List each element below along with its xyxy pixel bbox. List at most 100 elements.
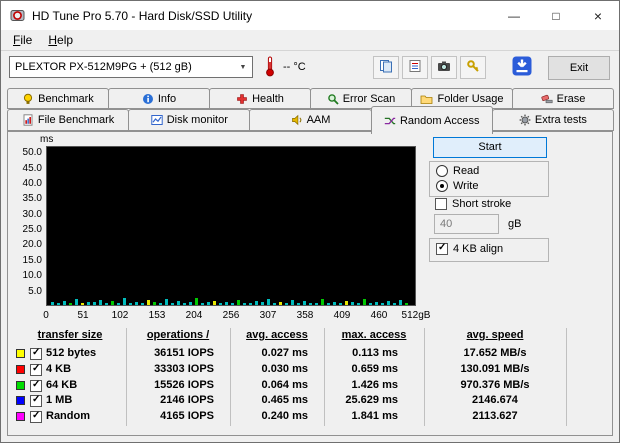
- column-header: transfer size: [37, 329, 103, 341]
- write-radio-label: Write: [453, 180, 479, 192]
- access-time-spike: [237, 299, 240, 305]
- tab-erase[interactable]: Erase: [512, 88, 614, 109]
- x-axis-label: 204: [185, 310, 203, 321]
- access-time-spike: [57, 303, 60, 305]
- access-time-spike: [363, 298, 366, 305]
- read-radio-icon[interactable]: [436, 165, 448, 177]
- cell-avg-access: 0.064 ms: [261, 378, 308, 391]
- access-time-spike: [327, 302, 330, 305]
- menu-help[interactable]: Help: [40, 31, 81, 49]
- tab-label: Folder Usage: [437, 92, 504, 105]
- copy-icon: [379, 59, 393, 76]
- tab-info[interactable]: Info: [108, 88, 210, 109]
- cell-avg-speed: 17.652 MB/s: [463, 347, 527, 359]
- disk-monitor-icon: [151, 114, 163, 126]
- access-time-spike: [123, 298, 126, 305]
- tab-aam[interactable]: AAM: [249, 109, 372, 131]
- access-time-spike: [207, 302, 210, 305]
- y-axis-label: 35.0: [22, 193, 42, 205]
- tab-file-benchmark[interactable]: File Benchmark: [7, 109, 130, 131]
- toolbar: PLEXTOR PX-512M9PG + (512 gB) ▼ -- °C Ex…: [1, 52, 619, 86]
- erase-icon: [541, 93, 553, 105]
- registration-button[interactable]: [460, 56, 486, 79]
- cell-operations: 2146 IOPS: [160, 394, 214, 407]
- tab-disk-monitor[interactable]: Disk monitor: [128, 109, 251, 131]
- cell-max-access: 1.426 ms: [351, 378, 398, 391]
- tab-extra-tests[interactable]: Extra tests: [491, 109, 615, 131]
- short-stroke-unit-label: gB: [508, 218, 522, 230]
- access-time-spike: [321, 299, 324, 305]
- access-time-spike: [291, 300, 294, 305]
- tab-label: Erase: [556, 92, 586, 105]
- x-axis-label: 256: [222, 310, 240, 321]
- menu-file[interactable]: File: [5, 31, 40, 49]
- report-icon: [408, 59, 422, 76]
- access-time-spike: [231, 303, 234, 305]
- row-checkbox[interactable]: [30, 379, 42, 392]
- x-axis-label: 153: [148, 310, 166, 321]
- access-time-spike: [213, 300, 216, 305]
- short-stroke-checkbox[interactable]: [435, 198, 447, 210]
- tab-health[interactable]: Health: [209, 88, 311, 109]
- align-checkbox[interactable]: [436, 242, 448, 255]
- exit-button[interactable]: Exit: [548, 56, 610, 80]
- write-radio-icon[interactable]: [436, 180, 448, 192]
- row-checkbox[interactable]: [30, 394, 42, 408]
- align-checkbox-row[interactable]: 4 KB align: [436, 242, 504, 255]
- tab-label: Health: [252, 92, 284, 105]
- y-axis-label: 20.0: [22, 239, 42, 251]
- y-axis-unit-label: ms: [40, 134, 54, 145]
- radio-write[interactable]: Write: [436, 180, 478, 192]
- short-stroke-checkbox-row[interactable]: Short stroke: [435, 198, 511, 210]
- color-swatch: [16, 412, 25, 422]
- radio-read[interactable]: Read: [436, 165, 479, 177]
- table-row: 64 KB 15526 IOPS 0.064 ms 1.426 ms 970.376 M…: [8, 379, 612, 393]
- start-button[interactable]: Start: [433, 137, 547, 158]
- y-axis-label: 45.0: [22, 162, 42, 174]
- close-button[interactable]: ×: [577, 1, 619, 30]
- access-time-spike: [117, 303, 120, 305]
- y-axis-label: 15.0: [22, 254, 42, 266]
- random-access-icon: [384, 115, 396, 127]
- access-time-spike: [93, 302, 96, 305]
- save-results-button[interactable]: [509, 55, 535, 80]
- tab-benchmark[interactable]: Benchmark: [7, 88, 109, 109]
- color-swatch: [16, 380, 25, 390]
- app-window: HD Tune Pro 5.70 - Hard Disk/SSD Utility…: [0, 0, 620, 443]
- access-time-spike: [267, 298, 270, 305]
- row-checkbox[interactable]: [30, 347, 42, 360]
- row-checkbox[interactable]: [30, 363, 42, 376]
- copy-to-clipboard-button[interactable]: [373, 56, 399, 79]
- maximize-button[interactable]: □: [535, 1, 577, 30]
- access-time-spike: [183, 303, 186, 305]
- copy-report-button[interactable]: [402, 56, 428, 79]
- cell-transfer-size: 64 KB: [46, 378, 78, 391]
- cell-avg-access: 0.027 ms: [261, 347, 308, 359]
- access-time-spike: [165, 299, 168, 305]
- access-time-spike: [315, 303, 318, 305]
- cell-transfer-size: 512 bytes: [46, 347, 97, 359]
- cell-max-access: 0.113 ms: [352, 347, 398, 359]
- x-axis-label: 307: [259, 310, 277, 321]
- column-header: max. access: [341, 329, 407, 341]
- minimize-button[interactable]: —: [493, 1, 535, 30]
- access-time-spike: [69, 302, 72, 305]
- cell-avg-speed: 2146.674: [472, 394, 518, 407]
- access-time-spike: [369, 302, 372, 305]
- align-label: 4 KB align: [453, 243, 504, 255]
- access-time-spike: [345, 300, 348, 305]
- cell-max-access: 25.629 ms: [345, 394, 398, 407]
- tab-random-access[interactable]: Random Access: [370, 106, 493, 134]
- y-axis-label: 50.0: [22, 147, 42, 159]
- access-time-spike: [201, 303, 204, 305]
- row-checkbox[interactable]: [30, 410, 42, 424]
- screenshot-button[interactable]: [431, 56, 457, 79]
- app-icon: [10, 8, 25, 23]
- access-time-spike: [153, 302, 156, 305]
- access-time-spike: [75, 298, 78, 305]
- short-stroke-size-input[interactable]: [434, 214, 499, 234]
- temperature-value: -- °C: [283, 61, 306, 73]
- drive-select[interactable]: PLEXTOR PX-512M9PG + (512 gB) ▼: [9, 56, 253, 78]
- cell-operations: 36151 IOPS: [154, 347, 214, 359]
- keys-icon: [466, 59, 480, 76]
